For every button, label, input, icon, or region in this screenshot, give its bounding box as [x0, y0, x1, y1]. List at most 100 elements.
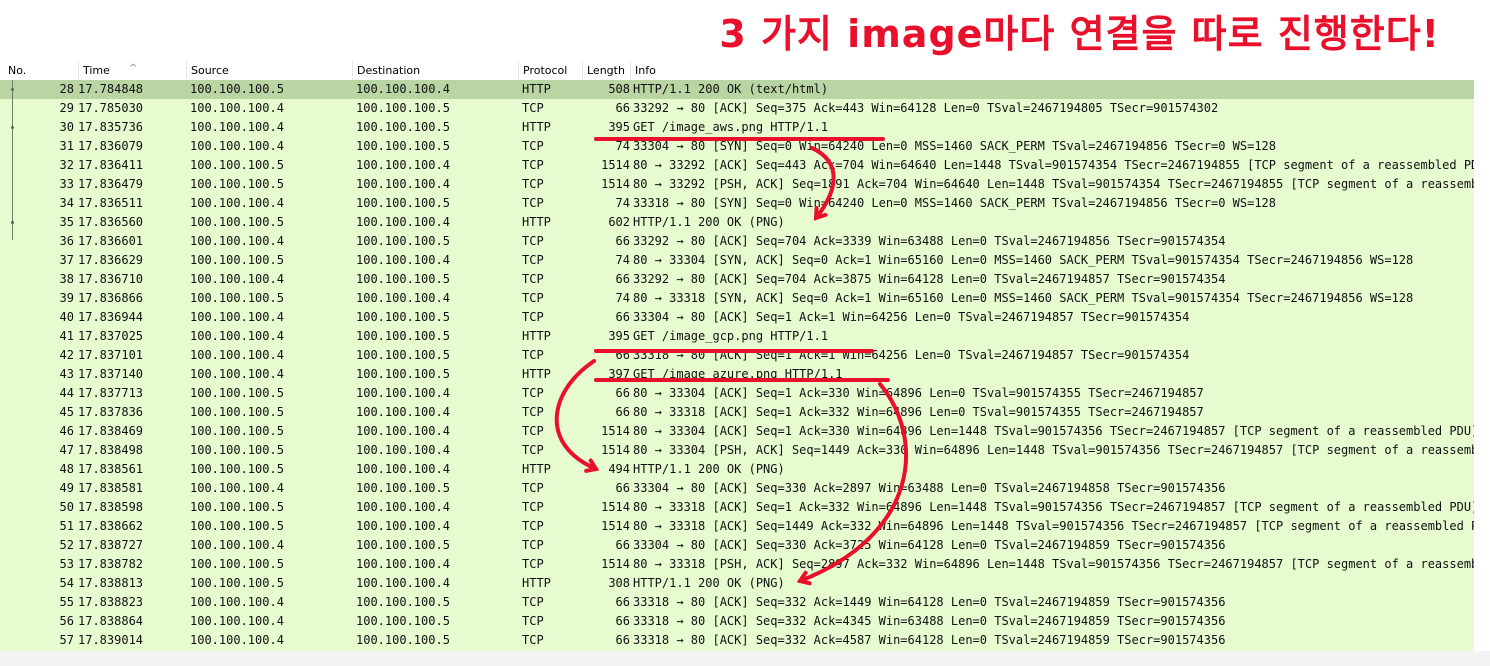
packet-time: 17.836866	[78, 291, 144, 305]
packet-row[interactable]: 54 17.838813 100.100.100.5 100.100.100.4 HTT…	[0, 574, 1474, 593]
packet-source: 100.100.100.4	[190, 329, 284, 343]
packet-info: GET /image_azure.png HTTP/1.1	[633, 367, 843, 381]
packet-source: 100.100.100.4	[190, 234, 284, 248]
packet-row[interactable]: 45 17.837836 100.100.100.5 100.100.100.4 TCP…	[0, 403, 1474, 422]
packet-row[interactable]: 46 17.838469 100.100.100.5 100.100.100.4 TCP…	[0, 422, 1474, 441]
packet-source: 100.100.100.4	[190, 120, 284, 134]
packet-length: 1514	[601, 557, 630, 571]
packet-time: 17.836629	[78, 253, 144, 267]
packet-no: 41	[59, 329, 74, 343]
packet-row[interactable]: 29 17.785030 100.100.100.4 100.100.100.5 TCP…	[0, 99, 1474, 118]
packet-row[interactable]: 33 17.836479 100.100.100.5 100.100.100.4 TCP…	[0, 175, 1474, 194]
packet-row[interactable]: 52 17.838727 100.100.100.4 100.100.100.5 TCP…	[0, 536, 1474, 555]
packet-destination: 100.100.100.4	[356, 386, 450, 400]
packet-length: 602	[608, 215, 630, 229]
packet-info: 33318 → 80 [SYN] Seq=0 Win=64240 Len=0 M…	[633, 196, 1276, 210]
packet-info: 80 → 33304 [ACK] Seq=1 Ack=330 Win=64896…	[633, 386, 1204, 400]
packet-source: 100.100.100.4	[190, 139, 284, 153]
packet-row[interactable]: 43 17.837140 100.100.100.4 100.100.100.5 HTT…	[0, 365, 1474, 384]
packet-source: 100.100.100.4	[190, 481, 284, 495]
packet-row[interactable]: 32 17.836411 100.100.100.5 100.100.100.4 TCP…	[0, 156, 1474, 175]
packet-time: 17.838598	[78, 500, 144, 514]
packet-length: 66	[615, 595, 630, 609]
packet-row[interactable]: 44 17.837713 100.100.100.5 100.100.100.4 TCP…	[0, 384, 1474, 403]
packet-row[interactable]: 41 17.837025 100.100.100.4 100.100.100.5 HTT…	[0, 327, 1474, 346]
packet-destination: 100.100.100.5	[356, 367, 450, 381]
packet-row[interactable]: 42 17.837101 100.100.100.4 100.100.100.5 TCP…	[0, 346, 1474, 365]
packet-source: 100.100.100.4	[190, 272, 284, 286]
packet-source: 100.100.100.4	[190, 101, 284, 115]
packet-time: 17.785030	[78, 101, 144, 115]
packet-row[interactable]: 51 17.838662 100.100.100.5 100.100.100.4 TCP…	[0, 517, 1474, 536]
packet-row[interactable]: 38 17.836710 100.100.100.4 100.100.100.5 TCP…	[0, 270, 1474, 289]
column-header-time-label: Time	[83, 64, 110, 77]
packet-info: 80 → 33318 [ACK] Seq=1449 Ack=332 Win=64…	[633, 519, 1474, 533]
packet-source: 100.100.100.4	[190, 538, 284, 552]
packet-source: 100.100.100.5	[190, 557, 284, 571]
packet-time: 17.836079	[78, 139, 144, 153]
column-header-destination[interactable]: Destination	[352, 61, 518, 80]
packet-info: 33318 → 80 [ACK] Seq=332 Ack=4587 Win=64…	[633, 633, 1226, 647]
packet-row[interactable]: 31 17.836079 100.100.100.4 100.100.100.5 TCP…	[0, 137, 1474, 156]
packet-row[interactable]: 35 17.836560 100.100.100.5 100.100.100.4 HTT…	[0, 213, 1474, 232]
packet-no: 51	[59, 519, 74, 533]
packet-no: 40	[59, 310, 74, 324]
packet-destination: 100.100.100.5	[356, 272, 450, 286]
packet-row[interactable]: 50 17.838598 100.100.100.5 100.100.100.4 TCP…	[0, 498, 1474, 517]
packet-row[interactable]: 56 17.838864 100.100.100.4 100.100.100.5 TCP…	[0, 612, 1474, 631]
packet-destination: 100.100.100.4	[356, 253, 450, 267]
column-header-time[interactable]: Time ^	[78, 61, 186, 80]
packet-destination: 100.100.100.4	[356, 424, 450, 438]
packet-info: 33318 → 80 [ACK] Seq=332 Ack=4345 Win=63…	[633, 614, 1226, 628]
column-header-protocol[interactable]: Protocol	[518, 61, 582, 80]
packet-row[interactable]: 36 17.836601 100.100.100.4 100.100.100.5 TCP…	[0, 232, 1474, 251]
packet-source: 100.100.100.5	[190, 500, 284, 514]
column-header-info[interactable]: Info	[630, 61, 1474, 80]
packet-row[interactable]: 57 17.839014 100.100.100.4 100.100.100.5 TCP…	[0, 631, 1474, 650]
packet-protocol: TCP	[522, 348, 544, 362]
packet-row[interactable]: 53 17.838782 100.100.100.5 100.100.100.4 TCP…	[0, 555, 1474, 574]
packet-protocol: TCP	[522, 234, 544, 248]
packet-length: 308	[608, 576, 630, 590]
packet-row[interactable]: 34 17.836511 100.100.100.4 100.100.100.5 TCP…	[0, 194, 1474, 213]
packet-row[interactable]: 48 17.838561 100.100.100.5 100.100.100.4 HTT…	[0, 460, 1474, 479]
packet-time: 17.784848	[78, 82, 144, 96]
packet-destination: 100.100.100.5	[356, 481, 450, 495]
packet-length: 74	[615, 253, 630, 267]
packet-no: 38	[59, 272, 74, 286]
packet-row[interactable]: 37 17.836629 100.100.100.5 100.100.100.4 TCP…	[0, 251, 1474, 270]
packet-info: 80 → 33318 [PSH, ACK] Seq=2897 Ack=332 W…	[633, 557, 1474, 571]
packet-length: 74	[615, 196, 630, 210]
packet-info: GET /image_gcp.png HTTP/1.1	[633, 329, 829, 343]
packet-row[interactable]: 55 17.838823 100.100.100.4 100.100.100.5 TCP…	[0, 593, 1474, 612]
packet-row[interactable]: 30 17.835736 100.100.100.4 100.100.100.5 HTT…	[0, 118, 1474, 137]
packet-info: HTTP/1.1 200 OK (text/html)	[633, 82, 829, 96]
column-header-no[interactable]: No.	[4, 61, 78, 80]
column-header-length[interactable]: Length	[582, 61, 630, 80]
packet-protocol: HTTP	[522, 82, 551, 96]
packet-source: 100.100.100.4	[190, 614, 284, 628]
packet-source: 100.100.100.5	[190, 82, 284, 96]
packet-info: HTTP/1.1 200 OK (PNG)	[633, 215, 785, 229]
packet-row[interactable]: 49 17.838581 100.100.100.4 100.100.100.5 TCP…	[0, 479, 1474, 498]
packet-length: 66	[615, 310, 630, 324]
packet-length: 1514	[601, 519, 630, 533]
packet-row[interactable]: 40 17.836944 100.100.100.4 100.100.100.5 TCP…	[0, 308, 1474, 327]
packet-row[interactable]: 39 17.836866 100.100.100.5 100.100.100.4 TCP…	[0, 289, 1474, 308]
packet-time: 17.838581	[78, 481, 144, 495]
packet-row[interactable]: 47 17.838498 100.100.100.5 100.100.100.4 TCP…	[0, 441, 1474, 460]
packet-destination: 100.100.100.5	[356, 139, 450, 153]
packet-list[interactable]: 28 17.784848 100.100.100.5 100.100.100.4 HTT…	[0, 80, 1474, 651]
packet-protocol: TCP	[522, 519, 544, 533]
packet-protocol: HTTP	[522, 462, 551, 476]
column-header-source[interactable]: Source	[186, 61, 352, 80]
packet-source: 100.100.100.4	[190, 348, 284, 362]
packet-destination: 100.100.100.4	[356, 291, 450, 305]
packet-length: 508	[608, 82, 630, 96]
packet-row[interactable]: 28 17.784848 100.100.100.5 100.100.100.4 HTT…	[0, 80, 1474, 99]
packet-time: 17.838727	[78, 538, 144, 552]
packet-length: 494	[608, 462, 630, 476]
packet-time: 17.836710	[78, 272, 144, 286]
packet-time: 17.837101	[78, 348, 144, 362]
packet-protocol: TCP	[522, 139, 544, 153]
